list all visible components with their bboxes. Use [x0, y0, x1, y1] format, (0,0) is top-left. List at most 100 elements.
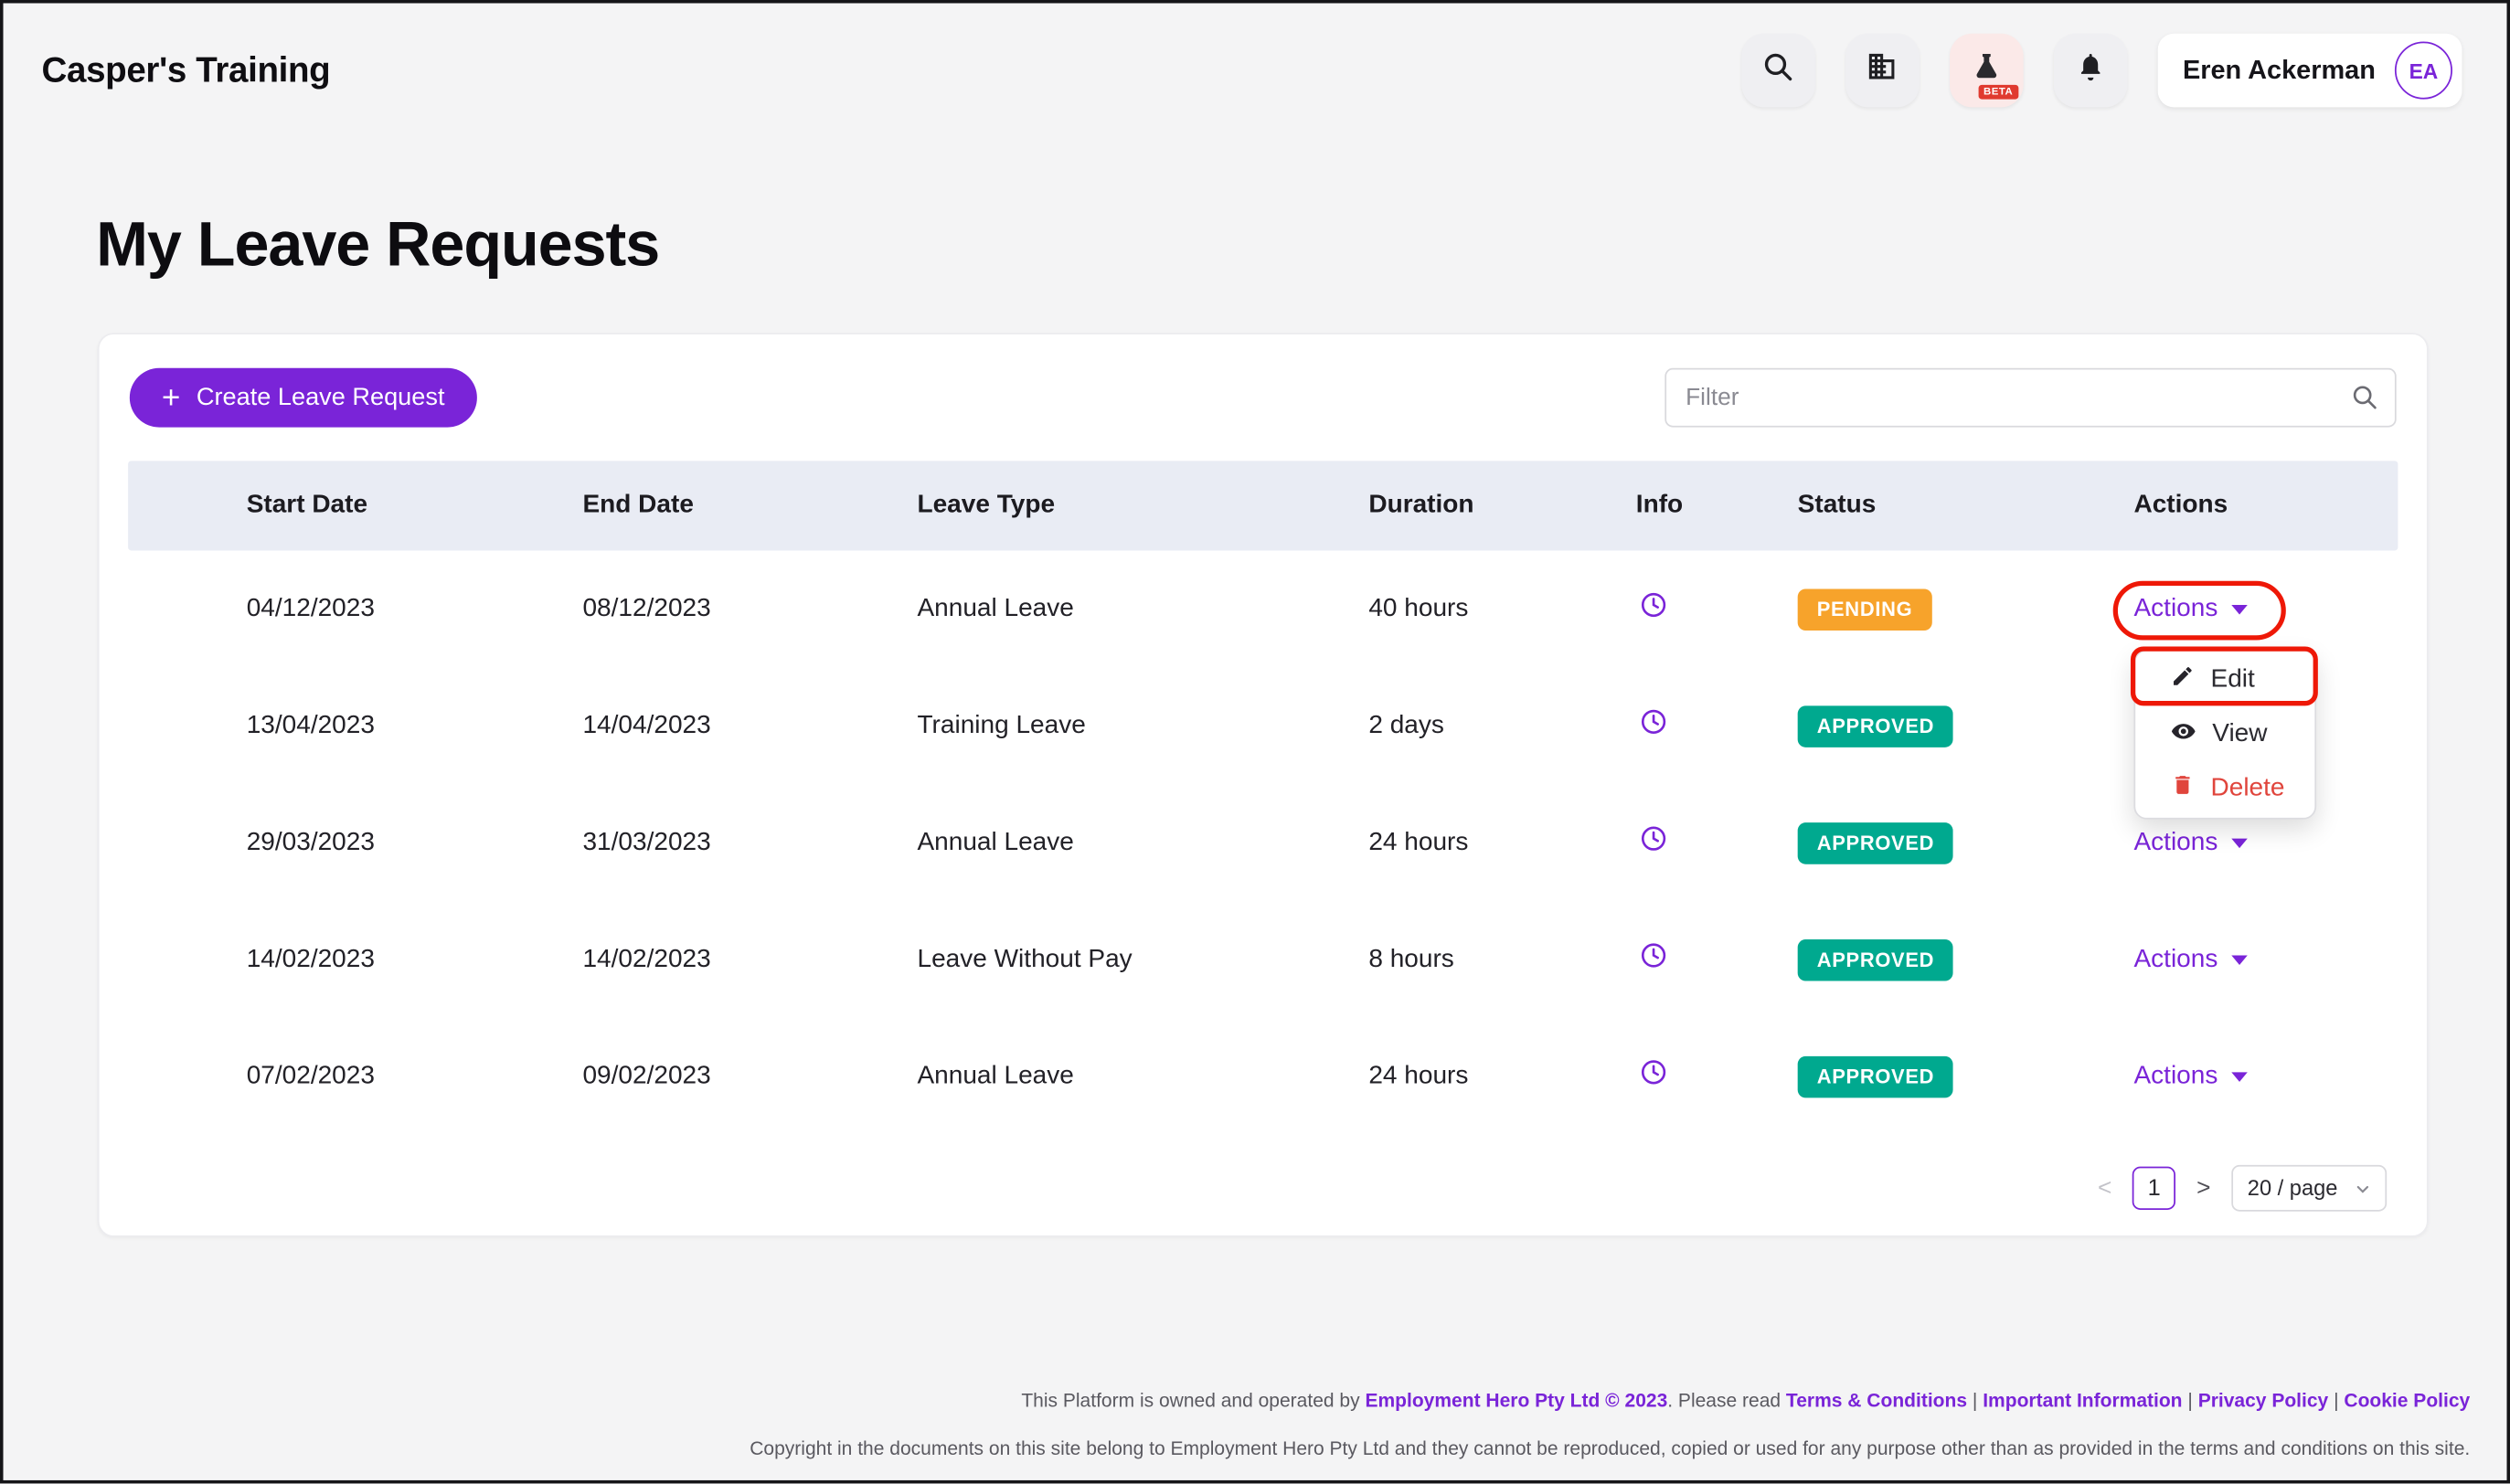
footer-link-employment-hero[interactable]: Employment Hero Pty Ltd © 2023 [1365, 1390, 1667, 1413]
cell-end-date: 14/02/2023 [582, 945, 917, 974]
table-row: 13/04/2023 14/04/2023 Training Leave 2 d… [128, 667, 2398, 784]
cell-duration: 2 days [1368, 711, 1635, 740]
cell-leave-type: Leave Without Pay [917, 945, 1368, 974]
user-menu[interactable]: Eren Ackerman EA [2157, 34, 2462, 108]
user-name: Eren Ackerman [2183, 55, 2376, 85]
leave-requests-card: + Create Leave Request Start Date End Da… [98, 333, 2429, 1236]
search-button[interactable] [1741, 34, 1815, 108]
pagination-next-icon[interactable]: > [2196, 1174, 2210, 1202]
plus-icon: + [162, 382, 180, 414]
footer-link-important-information[interactable]: Important Information [1983, 1390, 2182, 1413]
row-actions-dropdown-trigger[interactable]: Actions [2133, 595, 2248, 624]
top-bar: Casper's Training BETA [4, 4, 2507, 138]
page-size-select[interactable]: 20 / page [2231, 1165, 2387, 1212]
card-toolbar: + Create Leave Request [100, 334, 2427, 428]
footer-text: . Please read [1667, 1390, 1786, 1413]
create-leave-request-button[interactable]: + Create Leave Request [130, 368, 477, 428]
actions-label: Actions [2133, 1062, 2218, 1091]
table-header-row: Start Date End Date Leave Type Duration … [128, 461, 2398, 550]
status-badge: APPROVED [1798, 938, 1954, 980]
status-badge: APPROVED [1798, 705, 1954, 747]
table-row: 29/03/2023 31/03/2023 Annual Leave 24 ho… [128, 784, 2398, 901]
menu-item-edit[interactable]: Edit [2135, 653, 2314, 708]
footer-separator: | [2328, 1390, 2344, 1413]
footer-copyright: Copyright in the documents on this site … [750, 1437, 2470, 1461]
filter-field [1664, 368, 2396, 428]
cell-start-date: 29/03/2023 [247, 828, 583, 857]
magnifier-icon [2350, 383, 2379, 412]
organisation-building-icon [1865, 49, 1898, 91]
col-leave-type: Leave Type [917, 492, 1368, 521]
notifications-button[interactable] [2053, 34, 2127, 108]
pagination-page-1[interactable]: 1 [2132, 1167, 2175, 1210]
cell-end-date: 14/04/2023 [582, 711, 917, 740]
cell-duration: 40 hours [1368, 595, 1635, 624]
cell-start-date: 07/02/2023 [247, 1062, 583, 1091]
leave-requests-table: Start Date End Date Leave Type Duration … [128, 461, 2398, 1134]
search-icon [1760, 49, 1794, 91]
status-badge: APPROVED [1798, 1055, 1954, 1097]
cell-duration: 8 hours [1368, 945, 1635, 974]
clock-info-icon[interactable] [1639, 716, 1668, 743]
filter-input[interactable] [1664, 368, 2396, 428]
chevron-down-icon [2232, 838, 2249, 848]
cell-leave-type: Annual Leave [917, 828, 1368, 857]
actions-label: Actions [2133, 828, 2218, 857]
pagination: < 1 > 20 / page [2098, 1165, 2387, 1212]
footer-separator: | [2183, 1390, 2198, 1413]
cell-end-date: 08/12/2023 [582, 595, 917, 624]
pencil-icon [2171, 664, 2195, 696]
pagination-prev-icon[interactable]: < [2098, 1174, 2111, 1202]
col-info: Info [1636, 492, 1798, 521]
trash-icon [2171, 773, 2195, 805]
status-badge: APPROVED [1798, 822, 1954, 864]
table-row: 14/02/2023 14/02/2023 Leave Without Pay … [128, 901, 2398, 1018]
row-actions-dropdown-trigger[interactable]: Actions [2133, 945, 2248, 974]
app-window: Casper's Training BETA [0, 0, 2510, 1484]
cell-leave-type: Training Leave [917, 711, 1368, 740]
menu-item-view-label: View [2212, 720, 2267, 749]
eye-icon [2171, 717, 2196, 751]
beta-features-button[interactable]: BETA [1949, 34, 2023, 108]
organisation-button[interactable] [1845, 34, 1919, 108]
cell-start-date: 04/12/2023 [247, 595, 583, 624]
row-actions-dropdown-trigger[interactable]: Actions [2133, 1062, 2248, 1091]
menu-item-view[interactable]: View [2135, 707, 2314, 762]
menu-item-delete-label: Delete [2211, 775, 2285, 804]
cell-leave-type: Annual Leave [917, 1062, 1368, 1091]
clock-info-icon[interactable] [1639, 1065, 1668, 1093]
clock-info-icon[interactable] [1639, 949, 1668, 977]
table-row: 07/02/2023 09/02/2023 Annual Leave 24 ho… [128, 1018, 2398, 1135]
footer-text: This Platform is owned and operated by [1021, 1390, 1365, 1413]
avatar: EA [2395, 42, 2452, 100]
chevron-down-icon [2232, 955, 2249, 965]
page-size-value: 20 / page [2248, 1176, 2338, 1200]
bell-icon [2074, 50, 2106, 90]
menu-item-edit-label: Edit [2211, 666, 2255, 695]
col-start-date: Start Date [247, 492, 583, 521]
actions-dropdown-menu: Edit View Delete [2133, 650, 2316, 820]
footer-link-privacy-policy[interactable]: Privacy Policy [2198, 1390, 2329, 1413]
footer-link-terms[interactable]: Terms & Conditions [1786, 1390, 1967, 1413]
clock-info-icon[interactable] [1639, 599, 1668, 626]
row-actions-dropdown-trigger[interactable]: Actions [2133, 828, 2248, 857]
table-row: 04/12/2023 08/12/2023 Annual Leave 40 ho… [128, 550, 2398, 667]
status-badge: PENDING [1798, 588, 1932, 631]
clock-info-icon[interactable] [1639, 832, 1668, 860]
chevron-down-icon [2232, 604, 2249, 614]
menu-item-delete[interactable]: Delete [2135, 762, 2314, 817]
cell-start-date: 14/02/2023 [247, 945, 583, 974]
actions-label: Actions [2133, 945, 2218, 974]
footer-link-cookie-policy[interactable]: Cookie Policy [2344, 1390, 2470, 1413]
actions-label: Actions [2133, 595, 2218, 624]
top-bar-right: BETA Eren Ackerman EA [1741, 34, 2462, 108]
screenshot-stage: Casper's Training BETA [0, 0, 2510, 1484]
col-duration: Duration [1368, 492, 1635, 521]
chevron-down-icon [2232, 1071, 2249, 1081]
cell-start-date: 13/04/2023 [247, 711, 583, 740]
footer-separator: | [1967, 1390, 1983, 1413]
create-leave-request-label: Create Leave Request [197, 383, 445, 412]
col-end-date: End Date [582, 492, 917, 521]
cell-duration: 24 hours [1368, 1062, 1635, 1091]
app-title: Casper's Training [42, 49, 331, 91]
